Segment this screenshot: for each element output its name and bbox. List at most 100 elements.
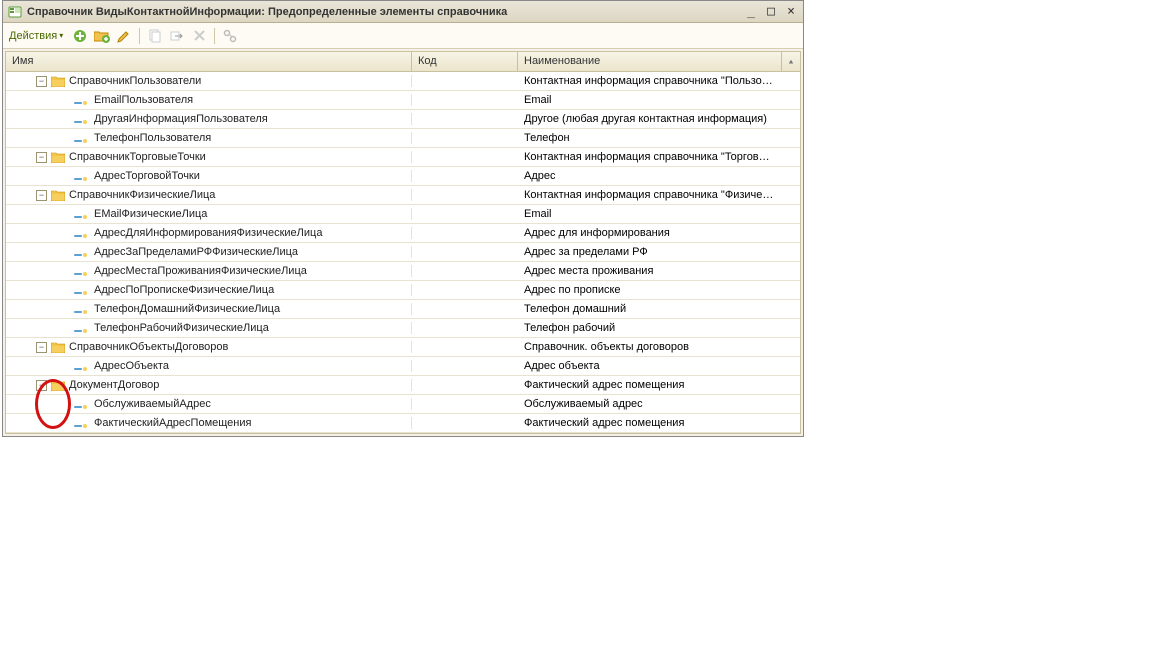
table-row[interactable]: ФактическийАдресПомещения Фактический адр… xyxy=(6,414,800,433)
row-desc: Email xyxy=(518,94,782,106)
row-name: СправочникФизическиеЛица xyxy=(69,189,215,201)
item-icon xyxy=(74,135,88,141)
folder-icon xyxy=(51,189,65,201)
table-row[interactable]: − СправочникФизическиеЛица Контактная инфо… xyxy=(6,186,800,205)
item-icon xyxy=(74,306,88,312)
add-folder-icon[interactable] xyxy=(93,27,111,45)
item-icon xyxy=(74,249,88,255)
row-name: АдресОбъекта xyxy=(94,360,169,372)
item-icon xyxy=(74,116,88,122)
row-name: АдресМестаПроживанияФизическиеЛица xyxy=(94,265,307,277)
window: Справочник ВидыКонтактнойИнформации: Пре… xyxy=(2,0,804,437)
table-row[interactable]: ТелефонДомашнийФизическиеЛица Телефон дом… xyxy=(6,300,800,319)
row-name: ДругаяИнформацияПользователя xyxy=(94,113,268,125)
table-row[interactable]: АдресТорговойТочки Адрес xyxy=(6,167,800,186)
row-name: ОбслуживаемыйАдрес xyxy=(94,398,211,410)
table-row[interactable]: ДругаяИнформацияПользователя Другое (люба… xyxy=(6,110,800,129)
row-desc: Контактная информация справочника "Физич… xyxy=(518,189,782,201)
row-desc: Телефон рабочий xyxy=(518,322,782,334)
toolbar: Действия xyxy=(3,23,803,49)
row-desc: Обслуживаемый адрес xyxy=(518,398,782,410)
add-icon[interactable] xyxy=(71,27,89,45)
table-row[interactable]: ТелефонРабочийФизическиеЛица Телефон рабо… xyxy=(6,319,800,338)
item-icon xyxy=(74,420,88,426)
refresh-icon[interactable] xyxy=(221,27,239,45)
row-desc: Телефон xyxy=(518,132,782,144)
move-icon[interactable] xyxy=(168,27,186,45)
table-row[interactable]: − СправочникПользователи Контактная информ… xyxy=(6,72,800,91)
expand-toggle-icon[interactable]: − xyxy=(36,152,47,163)
row-desc: Телефон домашний xyxy=(518,303,782,315)
window-controls: _ □ × xyxy=(743,5,799,19)
item-icon xyxy=(74,401,88,407)
table-row[interactable]: − ДокументДоговор Фактический адрес помеще… xyxy=(6,376,800,395)
table-row[interactable]: ТелефонПользователя Телефон xyxy=(6,129,800,148)
table-row[interactable]: АдресПоПропискеФизическиеЛица Адрес по пр… xyxy=(6,281,800,300)
table-row[interactable]: − СправочникОбъектыДоговоров Справочник. о… xyxy=(6,338,800,357)
folder-icon xyxy=(51,151,65,163)
item-icon xyxy=(74,230,88,236)
row-desc: Адрес для информирования xyxy=(518,227,782,239)
expand-toggle-icon[interactable]: − xyxy=(36,380,47,391)
row-desc: Фактический адрес помещения xyxy=(518,379,782,391)
table-row[interactable]: АдресДляИнформированияФизическиеЛицаАдре… xyxy=(6,224,800,243)
item-icon xyxy=(74,97,88,103)
row-name: ТелефонПользователя xyxy=(94,132,211,144)
row-desc: Другое (любая другая контактная информац… xyxy=(518,113,782,125)
expand-toggle-icon[interactable]: − xyxy=(36,190,47,201)
item-icon xyxy=(74,173,88,179)
row-name: ФактическийАдресПомещения xyxy=(94,417,251,429)
row-desc: Email xyxy=(518,208,782,220)
edit-icon[interactable] xyxy=(115,27,133,45)
minimize-button[interactable]: _ xyxy=(743,5,759,19)
row-desc: Адрес по прописке xyxy=(518,284,782,296)
titlebar: Справочник ВидыКонтактнойИнформации: Пре… xyxy=(3,1,803,23)
actions-menu[interactable]: Действия xyxy=(9,30,63,42)
close-button[interactable]: × xyxy=(783,5,799,19)
item-icon xyxy=(74,287,88,293)
app-icon xyxy=(7,4,23,20)
column-header-name[interactable]: Имя xyxy=(6,52,412,71)
scroll-up-icon[interactable] xyxy=(782,52,800,71)
table-row[interactable]: АдресЗаПределамиРФФизическиеЛица Адрес за… xyxy=(6,243,800,262)
row-name: АдресТорговойТочки xyxy=(94,170,200,182)
row-name: АдресЗаПределамиРФФизическиеЛица xyxy=(94,246,298,258)
row-desc: Адрес за пределами РФ xyxy=(518,246,782,258)
row-desc: Фактический адрес помещения xyxy=(518,417,782,429)
column-header-desc[interactable]: Наименование xyxy=(518,52,782,71)
expand-toggle-icon[interactable]: − xyxy=(36,76,47,87)
row-name: ДокументДоговор xyxy=(69,379,159,391)
item-icon xyxy=(74,363,88,369)
data-table: Имя Код Наименование − СправочникПользова… xyxy=(5,51,801,434)
row-desc: Адрес места проживания xyxy=(518,265,782,277)
separator xyxy=(214,28,215,44)
table-row[interactable]: −СправочникТорговыеТочкиКонтактная инфор… xyxy=(6,148,800,167)
row-desc: Контактная информация справочника "Торго… xyxy=(518,151,782,163)
row-desc: Справочник. объекты договоров xyxy=(518,341,782,353)
column-header-code[interactable]: Код xyxy=(412,52,518,71)
row-name: СправочникОбъектыДоговоров xyxy=(69,341,228,353)
maximize-button[interactable]: □ xyxy=(763,5,779,19)
table-row[interactable]: ОбслуживаемыйАдрес Обслуживаемый адрес xyxy=(6,395,800,414)
table-row[interactable]: EMailФизическиеЛицаEmail xyxy=(6,205,800,224)
separator xyxy=(139,28,140,44)
table-row[interactable]: АдресМестаПроживанияФизическиеЛица Адрес … xyxy=(6,262,800,281)
row-name: СправочникПользователи xyxy=(69,75,201,87)
item-icon xyxy=(74,211,88,217)
folder-icon xyxy=(51,341,65,353)
delete-icon[interactable] xyxy=(190,27,208,45)
window-title: Справочник ВидыКонтактнойИнформации: Пре… xyxy=(27,6,743,18)
table-header: Имя Код Наименование xyxy=(6,52,800,72)
item-icon xyxy=(74,325,88,331)
row-desc: Адрес объекта xyxy=(518,360,782,372)
table-row[interactable]: EmailПользователяEmail xyxy=(6,91,800,110)
row-name: ТелефонРабочийФизическиеЛица xyxy=(94,322,269,334)
copy-icon[interactable] xyxy=(146,27,164,45)
row-desc: Адрес xyxy=(518,170,782,182)
folder-icon xyxy=(51,379,65,391)
expand-toggle-icon[interactable]: − xyxy=(36,342,47,353)
table-row[interactable]: АдресОбъекта Адрес объекта xyxy=(6,357,800,376)
row-desc: Контактная информация справочника "Польз… xyxy=(518,75,782,87)
row-name: АдресПоПропискеФизическиеЛица xyxy=(94,284,274,296)
row-name: ТелефонДомашнийФизическиеЛица xyxy=(94,303,280,315)
